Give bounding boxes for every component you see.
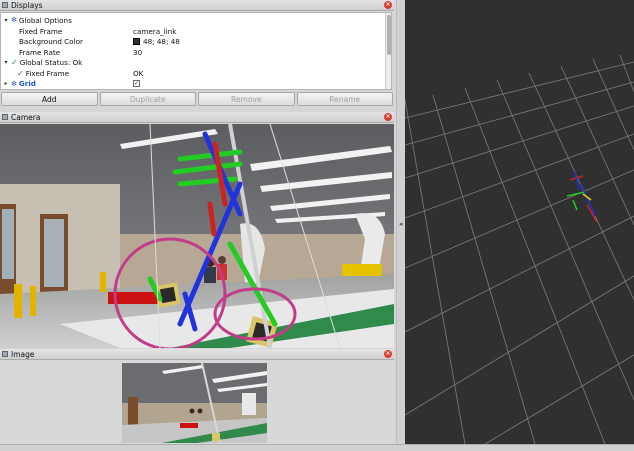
color-swatch [133,38,140,46]
panel-icon [2,114,8,120]
duplicate-button[interactable]: Duplicate [99,92,196,106]
caret-icon[interactable]: ▸ [3,80,9,87]
image-thumbnail [122,363,267,443]
3d-render-view[interactable] [405,0,634,444]
tree-row-background-color[interactable]: Background Color 48; 48; 48 [1,37,386,48]
tree-row-fixed-frame[interactable]: Fixed Frame camera_link [1,26,386,37]
gear-icon: ✻ [11,79,17,88]
row-label: Background Color [19,37,83,47]
displays-tree[interactable]: ▾ ✻ Global Options Fixed Frame camera_li… [0,12,392,90]
tree-row-global-status[interactable]: ▾ ✓ Global Status: Ok [1,58,386,69]
camera-image [0,124,394,348]
tree-row-global-options[interactable]: ▾ ✻ Global Options [1,15,386,26]
dock-splitter[interactable]: ◂ [396,0,405,451]
caret-icon[interactable]: ▾ [3,59,9,66]
tree-row-fixed-frame-status[interactable]: ✓ Fixed Frame OK [1,68,386,79]
row-label: Grid [18,79,36,89]
row-label: Fixed Frame [19,26,63,36]
left-dock: Displays × ▾ ✻ Global Options Fixed Fram… [0,0,396,451]
caret-icon[interactable]: ▾ [3,17,9,24]
row-label: Frame Rate [19,47,61,57]
tree-row-frame-rate[interactable]: Frame Rate 30 [1,47,386,58]
panel-icon [2,351,8,357]
row-label: Global Status: Ok [19,58,83,68]
image-panel-title: Image [11,349,35,359]
fixed-frame-status-value: OK [133,68,144,78]
fixed-frame-value[interactable]: camera_link [133,27,176,36]
splitter-handle-icon: ◂ [399,220,403,228]
grid-scene [405,0,634,444]
tree-scrollbar[interactable] [385,13,391,89]
image-view[interactable] [0,361,394,444]
remove-button[interactable]: Remove [198,92,295,106]
background-color-value[interactable]: 48; 48; 48 [133,37,180,46]
displays-panel-title: Displays [11,0,43,10]
image-panel-header: Image × [0,349,394,360]
grid-enabled-checkbox[interactable]: ✓ [133,80,140,88]
close-icon[interactable]: × [384,350,392,358]
displays-button-row: Add Duplicate Remove Rename [0,92,394,108]
rviz-window: Displays × ▾ ✻ Global Options Fixed Fram… [0,0,634,451]
add-button[interactable]: Add [1,92,98,106]
check-icon: ✓ [11,58,18,68]
status-bar [0,444,634,451]
close-icon[interactable]: × [384,113,392,121]
camera-view[interactable] [0,124,394,348]
close-icon[interactable]: × [384,1,392,9]
row-label: Fixed Frame [25,68,70,78]
check-icon: ✓ [17,68,24,78]
row-label: Global Options [18,15,72,25]
panel-icon [2,2,8,8]
camera-panel-header: Camera × [0,112,394,123]
rename-button[interactable]: Rename [296,92,393,106]
frame-rate-value[interactable]: 30 [133,48,142,57]
tree-row-grid[interactable]: ▸ ✻ Grid ✓ [1,79,386,90]
displays-panel-header: Displays × [0,0,394,11]
background-color-text: 48; 48; 48 [143,37,180,47]
camera-panel-title: Camera [11,112,41,122]
gear-icon: ✻ [11,16,17,25]
